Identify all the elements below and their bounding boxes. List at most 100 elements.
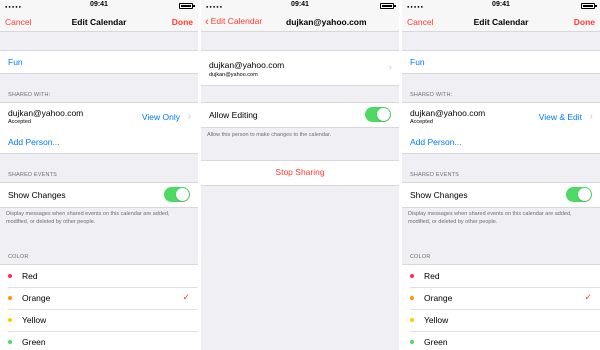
person-email: dujkan@yahoo.com [209, 60, 285, 70]
person-email-small: dujkan@yahoo.com [209, 72, 258, 78]
shared-events-header: SHARED EVENTS [410, 172, 460, 178]
stop-sharing-label: Stop Sharing [275, 167, 325, 177]
add-person-label: Add Person... [8, 137, 60, 147]
edit-calendar-screen-view-edit: ●●●●● 09:41 Cancel Edit Calendar Done Fu… [402, 0, 600, 350]
battery-icon [179, 3, 195, 9]
status-bar: ●●●●● 09:41 [201, 0, 399, 12]
shared-with-header: SHARED WITH: [8, 92, 51, 98]
allow-editing-row: Allow Editing [201, 103, 399, 127]
shared-user-email: dujkan@yahoo.com [410, 108, 486, 118]
status-time: 09:41 [492, 1, 510, 8]
color-option-orange[interactable]: Orange ✓ [402, 287, 600, 309]
color-label: Green [22, 337, 46, 347]
show-changes-row: Show Changes [402, 183, 600, 207]
color-option-orange[interactable]: Orange ✓ [0, 287, 198, 309]
chevron-right-icon: › [388, 62, 392, 73]
person-detail-screen: ●●●●● 09:41 ‹ Edit Calendar dujkan@yahoo.… [201, 0, 399, 350]
allow-editing-group: Allow Editing [201, 102, 399, 128]
color-dot-icon [8, 340, 12, 344]
battery-icon [380, 3, 396, 9]
shared-user-row[interactable]: dujkan@yahoo.com Accepted View & Edit › [402, 103, 600, 131]
status-time: 09:41 [90, 1, 108, 8]
shared-with-group: dujkan@yahoo.com Accepted View Only › Ad… [0, 102, 198, 154]
allow-editing-footer: Allow this person to make changes to the… [207, 132, 332, 138]
shared-user-status: Accepted [410, 119, 433, 125]
calendar-name-field[interactable]: Fun [402, 51, 600, 73]
person-group: dujkan@yahoo.com dujkan@yahoo.com › [201, 50, 399, 86]
color-dot-icon [410, 296, 414, 300]
color-label: Orange [22, 293, 51, 303]
status-bar: ●●●●● 09:41 [402, 0, 600, 12]
shared-with-group: dujkan@yahoo.com Accepted View & Edit › … [402, 102, 600, 154]
color-dot-icon [410, 318, 414, 322]
color-option-yellow[interactable]: Yellow [402, 309, 600, 331]
color-label: Yellow [424, 315, 449, 325]
calendar-name-group: Fun [402, 50, 600, 74]
chevron-right-icon: › [187, 111, 191, 122]
page-title: Edit Calendar [473, 17, 529, 27]
checkmark-icon: ✓ [584, 292, 592, 302]
checkmark-icon: ✓ [182, 292, 190, 302]
show-changes-label: Show Changes [410, 190, 468, 200]
shared-events-header: SHARED EVENTS [8, 172, 58, 178]
color-label: Red [424, 271, 440, 281]
color-option-red[interactable]: Red [402, 265, 600, 287]
show-changes-toggle[interactable] [164, 187, 190, 202]
color-label: Green [424, 337, 448, 347]
allow-editing-label: Allow Editing [209, 110, 258, 120]
color-label: Red [22, 271, 38, 281]
color-list: Red Orange ✓ Yellow Green [0, 264, 198, 350]
chevron-right-icon: › [589, 111, 593, 122]
status-time: 09:41 [291, 1, 309, 8]
shared-user-email: dujkan@yahoo.com [8, 108, 84, 118]
stop-sharing-group: Stop Sharing [201, 160, 399, 186]
permission-value: View & Edit [538, 112, 582, 122]
done-button[interactable]: Done [574, 17, 595, 27]
chevron-left-icon: ‹ [205, 16, 209, 28]
shared-with-header: SHARED WITH: [410, 92, 453, 98]
color-dot-icon [410, 340, 414, 344]
allow-editing-toggle[interactable] [365, 107, 391, 122]
shared-events-footer: Display messages when shared events on t… [6, 211, 170, 225]
color-dot-icon [8, 318, 12, 322]
shared-user-status: Accepted [8, 119, 31, 125]
color-label: Yellow [22, 315, 47, 325]
color-option-green[interactable]: Green [0, 331, 198, 350]
add-person-button[interactable]: Add Person... [0, 131, 198, 153]
color-dot-icon [8, 274, 12, 278]
person-row[interactable]: dujkan@yahoo.com dujkan@yahoo.com › [201, 51, 399, 85]
color-label: Orange [424, 293, 453, 303]
color-option-yellow[interactable]: Yellow [0, 309, 198, 331]
done-button[interactable]: Done [172, 17, 193, 27]
color-option-red[interactable]: Red [0, 265, 198, 287]
edit-calendar-screen-view-only: ●●●●● 09:41 Cancel Edit Calendar Done Fu… [0, 0, 198, 350]
color-list: Red Orange ✓ Yellow Green [402, 264, 600, 350]
calendar-name-value: Fun [8, 57, 23, 67]
color-dot-icon [8, 296, 12, 300]
shared-events-footer: Display messages when shared events on t… [408, 211, 572, 225]
status-bar: ●●●●● 09:41 [0, 0, 198, 12]
page-title: dujkan@yahoo.com [286, 17, 367, 27]
back-button[interactable]: ‹ Edit Calendar [205, 16, 263, 28]
page-title: Edit Calendar [71, 17, 127, 27]
add-person-button[interactable]: Add Person... [402, 131, 600, 153]
show-changes-row: Show Changes [0, 183, 198, 207]
color-option-green[interactable]: Green [402, 331, 600, 350]
permission-value: View Only [141, 112, 180, 122]
show-changes-label: Show Changes [8, 190, 66, 200]
shared-events-group: Show Changes [402, 182, 600, 208]
back-button-label: Edit Calendar [210, 16, 263, 26]
add-person-label: Add Person... [410, 137, 462, 147]
calendar-name-group: Fun [0, 50, 198, 74]
nav-bar: Cancel Edit Calendar Done [0, 12, 198, 32]
calendar-name-value: Fun [410, 57, 425, 67]
show-changes-toggle[interactable] [566, 187, 592, 202]
calendar-name-field[interactable]: Fun [0, 51, 198, 73]
shared-user-row[interactable]: dujkan@yahoo.com Accepted View Only › [0, 103, 198, 131]
battery-icon [581, 3, 597, 9]
color-header: COLOR [8, 254, 29, 260]
color-header: COLOR [410, 254, 431, 260]
color-dot-icon [410, 274, 414, 278]
shared-events-group: Show Changes [0, 182, 198, 208]
stop-sharing-button[interactable]: Stop Sharing [201, 161, 399, 185]
